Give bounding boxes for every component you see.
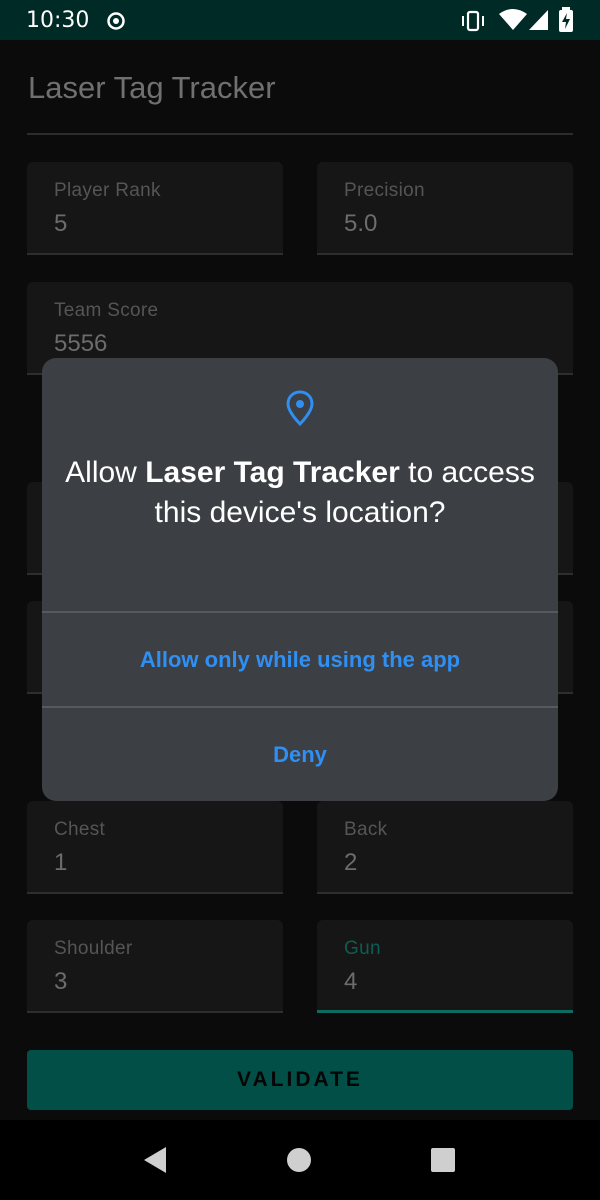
back-value: 2 bbox=[344, 849, 358, 876]
navigation-bar bbox=[0, 1120, 600, 1200]
record-icon bbox=[107, 12, 125, 30]
precision-label: Precision bbox=[344, 180, 425, 201]
title-divider bbox=[27, 133, 573, 135]
status-bar: 10:30 bbox=[0, 0, 600, 40]
player-rank-field[interactable]: Player Rank 5 bbox=[27, 162, 283, 255]
wifi-icon bbox=[499, 9, 527, 30]
player-rank-value: 5 bbox=[54, 210, 68, 237]
dialog-divider bbox=[42, 706, 558, 708]
player-rank-label: Player Rank bbox=[54, 180, 161, 201]
shoulder-value: 3 bbox=[54, 968, 68, 995]
shoulder-label: Shoulder bbox=[54, 938, 133, 959]
permission-app-name: Laser Tag Tracker bbox=[145, 456, 400, 489]
chest-value: 1 bbox=[54, 849, 68, 876]
chest-field[interactable]: Chest 1 bbox=[27, 801, 283, 894]
shoulder-field[interactable]: Shoulder 3 bbox=[27, 920, 283, 1013]
dialog-divider bbox=[42, 611, 558, 613]
chest-label: Chest bbox=[54, 819, 106, 840]
permission-message-prefix: Allow bbox=[65, 456, 146, 489]
battery-charging-icon bbox=[559, 7, 573, 32]
home-nav-icon[interactable] bbox=[286, 1147, 312, 1173]
team-score-value: 5556 bbox=[54, 330, 108, 357]
deny-button[interactable]: Deny bbox=[42, 709, 558, 801]
location-permission-dialog: Allow Laser Tag Tracker to access this d… bbox=[42, 358, 558, 801]
validate-button[interactable]: VALIDATE bbox=[27, 1050, 573, 1110]
gun-field[interactable]: Gun 4 bbox=[317, 920, 573, 1013]
back-field[interactable]: Back 2 bbox=[317, 801, 573, 894]
page-title: Laser Tag Tracker bbox=[28, 70, 276, 105]
back-nav-icon[interactable] bbox=[142, 1146, 168, 1174]
location-pin-icon bbox=[286, 390, 314, 426]
precision-value: 5.0 bbox=[344, 210, 378, 237]
permission-message: Allow Laser Tag Tracker to access this d… bbox=[62, 453, 538, 533]
signal-icon bbox=[529, 10, 548, 30]
back-label: Back bbox=[344, 819, 388, 840]
vibrate-icon bbox=[462, 10, 484, 32]
team-score-label: Team Score bbox=[54, 300, 159, 321]
allow-while-using-button[interactable]: Allow only while using the app bbox=[42, 614, 558, 706]
status-time: 10:30 bbox=[26, 8, 90, 33]
precision-field[interactable]: Precision 5.0 bbox=[317, 162, 573, 255]
gun-label: Gun bbox=[344, 938, 381, 959]
recents-nav-icon[interactable] bbox=[430, 1147, 456, 1173]
gun-value: 4 bbox=[344, 968, 358, 995]
